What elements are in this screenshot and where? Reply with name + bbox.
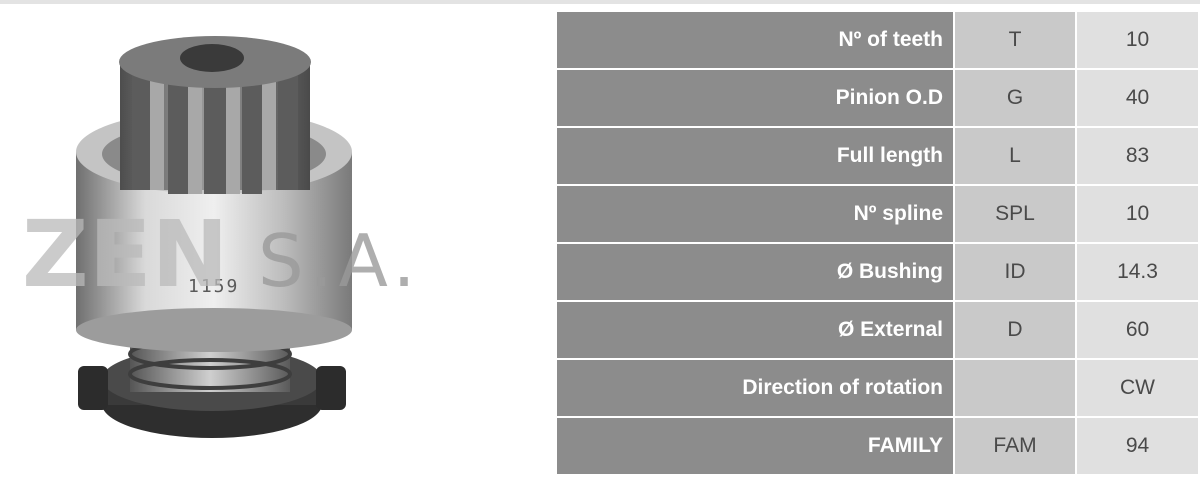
spec-label: Direction of rotation — [557, 359, 955, 418]
spec-value: 40 — [1076, 69, 1198, 128]
watermark-brand: ZEN — [22, 201, 229, 308]
spec-code — [954, 359, 1077, 418]
spec-value: 94 — [1076, 417, 1198, 474]
spec-code: T — [954, 12, 1077, 70]
spec-label: Ø Bushing — [557, 243, 955, 302]
spec-value: CW — [1076, 359, 1198, 418]
spec-value: 83 — [1076, 127, 1198, 186]
spec-code: ID — [954, 243, 1077, 302]
spec-value: 10 — [1076, 12, 1198, 70]
spec-code: G — [954, 69, 1077, 128]
spec-code: FAM — [954, 417, 1077, 474]
table-row: Ø External D 60 — [557, 301, 1198, 360]
product-photo: 1159 ZEN S.A. — [0, 4, 540, 482]
table-row: Nº of teeth T 10 — [557, 12, 1198, 70]
spec-label: FAMILY — [557, 417, 955, 474]
spec-label: Pinion O.D — [557, 69, 955, 128]
table-row: Nº spline SPL 10 — [557, 185, 1198, 244]
spec-code: SPL — [954, 185, 1077, 244]
spec-code: L — [954, 127, 1077, 186]
spec-label: Ø External — [557, 301, 955, 360]
table-row: Full length L 83 — [557, 127, 1198, 186]
spec-value: 10 — [1076, 185, 1198, 244]
table-row: Ø Bushing ID 14.3 — [557, 243, 1198, 302]
table-row: FAMILY FAM 94 — [557, 417, 1198, 474]
spec-label: Nº spline — [557, 185, 955, 244]
watermark-suffix: S.A. — [258, 219, 421, 303]
table-row: Pinion O.D G 40 — [557, 69, 1198, 128]
table-row: Direction of rotation CW — [557, 359, 1198, 418]
spec-code: D — [954, 301, 1077, 360]
starter-drive-image: 1159 ZEN S.A. — [22, 36, 421, 438]
spec-value: 60 — [1076, 301, 1198, 360]
spec-table: Nº of teeth T 10 Pinion O.D G 40 Full le… — [557, 12, 1198, 474]
spec-label: Nº of teeth — [557, 12, 955, 70]
spec-label: Full length — [557, 127, 955, 186]
spec-value: 14.3 — [1076, 243, 1198, 302]
